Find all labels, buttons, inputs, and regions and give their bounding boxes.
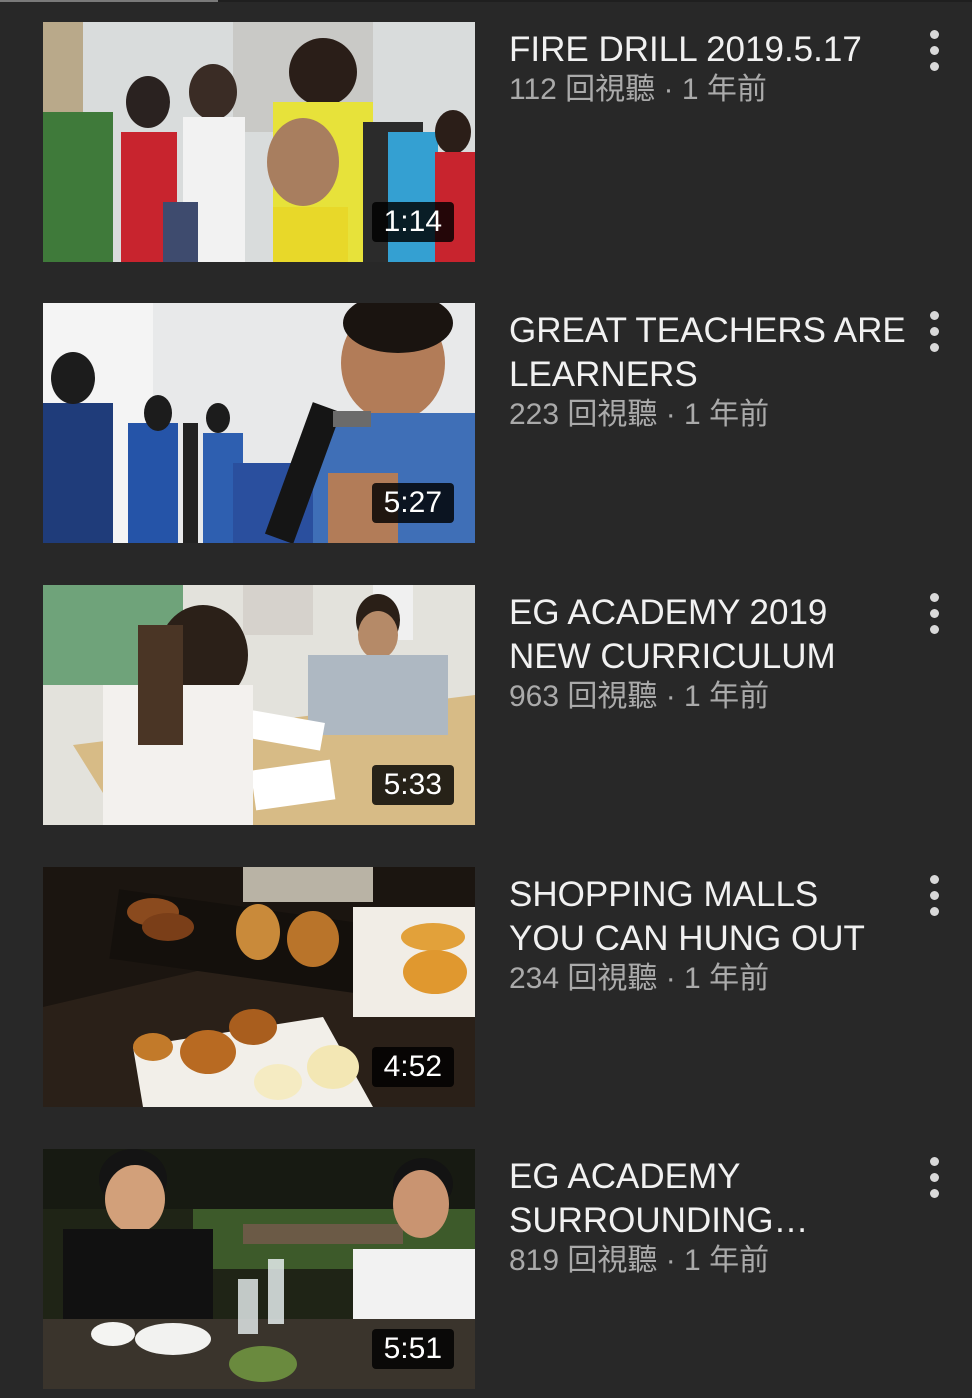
more-vert-icon <box>930 30 939 39</box>
more-vert-icon-dot <box>930 327 939 336</box>
video-item[interactable]: 5:51 EG ACADEMY SURROUNDING… 819 回視聽 · 1… <box>0 1149 972 1389</box>
video-title[interactable]: EG ACADEMY 2019 NEW CURRICULUM <box>509 591 909 679</box>
more-vert-icon-dot <box>930 46 939 55</box>
video-title[interactable]: EG ACADEMY SURROUNDING… <box>509 1155 909 1243</box>
video-meta[interactable]: EG ACADEMY SURROUNDING… 819 回視聽 · 1 年前 <box>509 1155 909 1281</box>
more-vert-icon-dot <box>930 1189 939 1198</box>
video-thumbnail[interactable]: 4:52 <box>43 867 475 1107</box>
more-vert-icon-dot <box>930 62 939 71</box>
video-thumbnail[interactable]: 5:33 <box>43 585 475 825</box>
more-vert-icon <box>930 311 939 320</box>
more-vert-icon-dot <box>930 609 939 618</box>
video-meta[interactable]: GREAT TEACHERS ARE LEARNERS 223 回視聽 · 1 … <box>509 309 909 435</box>
video-duration: 5:51 <box>371 1329 454 1369</box>
video-title[interactable]: FIRE DRILL 2019.5.17 <box>509 28 909 72</box>
more-vert-icon-dot <box>930 625 939 634</box>
more-options-button[interactable] <box>918 30 952 80</box>
more-vert-icon-dot <box>930 343 939 352</box>
video-thumbnail[interactable]: 5:51 <box>43 1149 475 1389</box>
video-duration: 5:33 <box>371 765 454 805</box>
video-stats: 223 回視聽 · 1 年前 <box>509 398 770 431</box>
more-options-button[interactable] <box>918 875 952 925</box>
video-meta[interactable]: SHOPPING MALLS YOU CAN HUNG OUT 234 回視聽 … <box>509 873 909 999</box>
more-vert-icon <box>930 875 939 884</box>
top-divider-indicator <box>0 0 218 2</box>
video-title[interactable]: SHOPPING MALLS YOU CAN HUNG OUT <box>509 873 909 961</box>
more-options-button[interactable] <box>918 593 952 643</box>
video-item[interactable]: 1:14 FIRE DRILL 2019.5.17 112 回視聽 · 1 年前 <box>0 22 972 262</box>
video-stats: 234 回視聽 · 1 年前 <box>509 962 770 995</box>
video-stats: 112 回視聽 · 1 年前 <box>509 73 767 106</box>
video-stats: 963 回視聽 · 1 年前 <box>509 680 770 713</box>
video-stats: 819 回視聽 · 1 年前 <box>509 1244 770 1277</box>
more-vert-icon-dot <box>930 1173 939 1182</box>
more-vert-icon-dot <box>930 891 939 900</box>
top-divider <box>0 0 972 2</box>
video-thumbnail[interactable]: 1:14 <box>43 22 475 262</box>
video-meta[interactable]: EG ACADEMY 2019 NEW CURRICULUM 963 回視聽 ·… <box>509 591 909 717</box>
more-vert-icon <box>930 593 939 602</box>
video-item[interactable]: 5:27 GREAT TEACHERS ARE LEARNERS 223 回視聽… <box>0 303 972 543</box>
video-duration: 1:14 <box>371 202 454 242</box>
video-title[interactable]: GREAT TEACHERS ARE LEARNERS <box>509 309 909 397</box>
more-vert-icon <box>930 1157 939 1166</box>
video-duration: 4:52 <box>371 1047 454 1087</box>
video-thumbnail[interactable]: 5:27 <box>43 303 475 543</box>
more-options-button[interactable] <box>918 1157 952 1207</box>
video-item[interactable]: 5:33 EG ACADEMY 2019 NEW CURRICULUM 963 … <box>0 585 972 825</box>
video-item[interactable]: 4:52 SHOPPING MALLS YOU CAN HUNG OUT 234… <box>0 867 972 1107</box>
more-vert-icon-dot <box>930 907 939 916</box>
more-options-button[interactable] <box>918 311 952 361</box>
video-meta[interactable]: FIRE DRILL 2019.5.17 112 回視聽 · 1 年前 <box>509 28 909 110</box>
video-duration: 5:27 <box>371 483 454 523</box>
